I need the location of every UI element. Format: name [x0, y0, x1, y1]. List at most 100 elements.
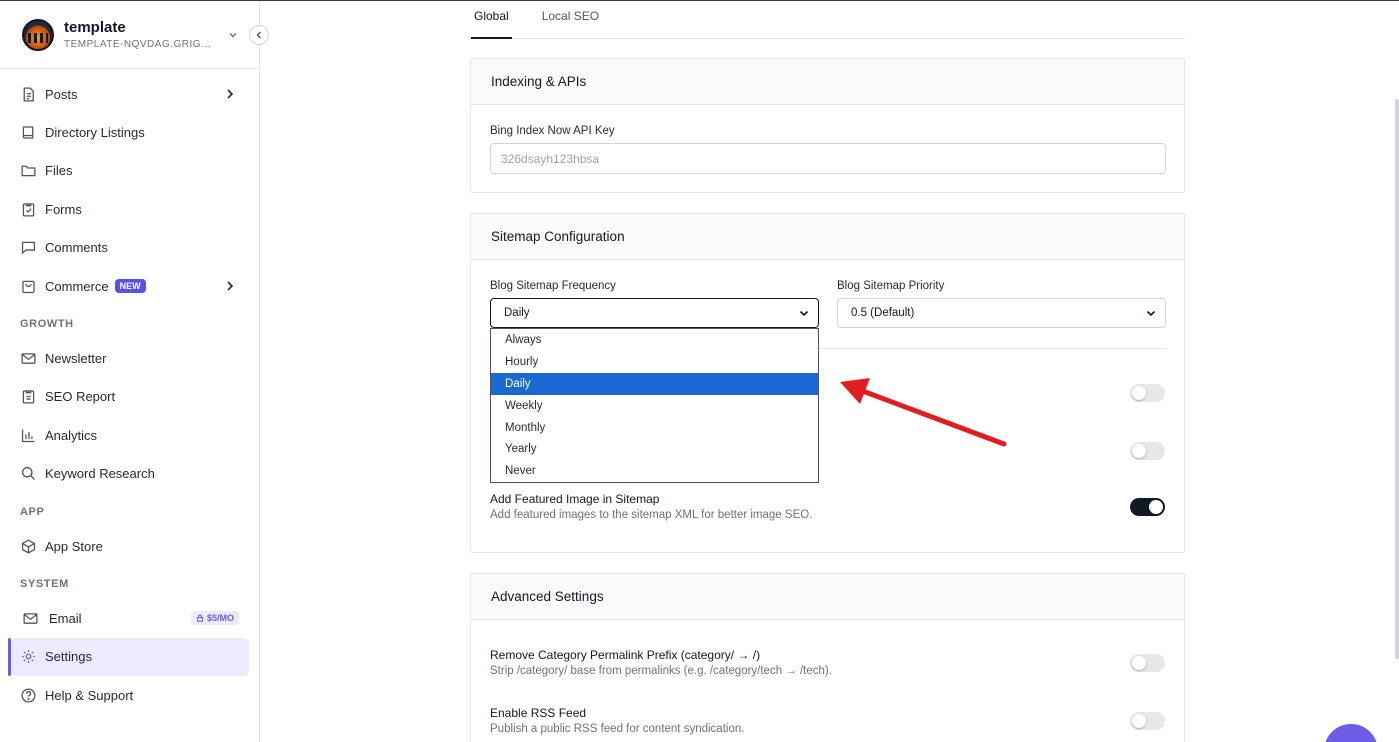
rss-feed-row: Enable RSS Feed Publish a public RSS fee…	[490, 706, 1165, 735]
site-switcher[interactable]: template TEMPLATE-NQVDAG.GRIGOR...	[0, 1, 269, 69]
remove-prefix-toggle[interactable]	[1130, 653, 1165, 672]
shopping-bag-icon	[22, 280, 35, 293]
sidebar-item-label: Files	[45, 163, 73, 179]
sidebar-item-keyword-research[interactable]: Keyword Research	[0, 455, 259, 493]
sidebar-item-label: Keyword Research	[45, 466, 155, 482]
tab-global[interactable]: Global	[471, 1, 512, 39]
chevron-right-icon	[227, 281, 234, 291]
clipboard-icon	[22, 390, 35, 404]
sidebar-item-label: Posts	[45, 86, 78, 102]
search-icon	[21, 467, 35, 481]
chevron-right-icon	[227, 89, 234, 99]
section-label-growth: GROWTH	[20, 318, 74, 331]
sidebar-item-label: Comments	[45, 240, 108, 256]
featured-image-title: Add Featured Image in Sitemap	[490, 492, 660, 506]
annotation-arrow-icon	[840, 378, 1007, 447]
sidebar-item-newsletter[interactable]: Newsletter	[0, 339, 259, 377]
chevron-down-icon	[799, 310, 809, 317]
advanced-card: Advanced Settings Remove Category Permal…	[470, 573, 1185, 742]
sidebar-item-comments[interactable]: Comments	[0, 229, 259, 267]
tab-local-seo[interactable]: Local SEO	[540, 1, 601, 39]
indexing-card: Indexing & APIs Bing Index Now API Key 3…	[470, 58, 1185, 193]
price-badge-text: $5/MO	[206, 613, 234, 624]
collapse-sidebar-button[interactable]	[249, 25, 269, 45]
document-icon	[23, 87, 34, 102]
sidebar-item-label: Commerce	[45, 278, 109, 294]
featured-image-desc: Add featured images to the sitemap XML f…	[490, 509, 813, 521]
sidebar-item-label: Email	[49, 610, 82, 626]
sidebar-item-analytics[interactable]: Analytics	[0, 416, 259, 454]
sidebar-item-app-store[interactable]: App Store	[0, 527, 259, 565]
sitemap-card-title: Sitemap Configuration	[471, 214, 1184, 260]
help-circle-icon	[21, 688, 36, 703]
sidebar-item-forms[interactable]: Forms	[0, 190, 259, 228]
frequency-label: Blog Sitemap Frequency	[490, 280, 616, 292]
dropdown-option-daily[interactable]: Daily	[491, 372, 818, 395]
comment-icon	[21, 242, 36, 255]
dropdown-option-weekly[interactable]: Weekly	[491, 395, 818, 417]
sidebar-item-label: Forms	[45, 201, 82, 217]
priority-label: Blog Sitemap Priority	[837, 280, 945, 292]
sidebar-item-label: Help & Support	[45, 687, 134, 703]
sitemap-option-toggle[interactable]	[1130, 442, 1165, 460]
lock-icon	[197, 615, 203, 623]
chat-widget-button[interactable]	[1324, 724, 1378, 742]
clipboard-icon	[22, 203, 35, 217]
rss-feed-title: Enable RSS Feed	[490, 706, 587, 720]
gear-icon	[22, 650, 35, 664]
sidebar-item-commerce[interactable]: Commerce NEW	[0, 267, 259, 305]
page-scrollbar[interactable]	[1395, 99, 1399, 659]
dropdown-option-always[interactable]: Always	[491, 329, 818, 351]
settings-tabs: Global Local SEO	[471, 1, 1185, 39]
dropdown-option-hourly[interactable]: Hourly	[491, 351, 818, 373]
book-icon	[22, 126, 34, 139]
site-name: template	[64, 19, 126, 36]
frequency-dropdown-list: Always Hourly Daily Weekly Monthly Yearl…	[490, 328, 819, 484]
section-label-app: APP	[20, 505, 45, 518]
sidebar-item-posts[interactable]: Posts	[0, 75, 259, 113]
folder-icon	[21, 166, 36, 177]
frequency-select-value: Daily	[504, 307, 530, 319]
site-logo	[22, 18, 54, 51]
section-label-system: SYSTEM	[20, 578, 69, 591]
sidebar-item-label: SEO Report	[45, 389, 116, 405]
frequency-select[interactable]: Daily	[490, 298, 819, 328]
remove-prefix-title: Remove Category Permalink Prefix (catego…	[490, 648, 761, 662]
sidebar: template TEMPLATE-NQVDAG.GRIGOR... Posts…	[0, 1, 269, 742]
sidebar-item-label: App Store	[45, 538, 103, 554]
featured-image-row: Add Featured Image in Sitemap Add featur…	[490, 492, 1165, 521]
priority-select[interactable]: 0.5 (Default)	[837, 298, 1166, 328]
bar-chart-icon	[21, 429, 35, 442]
chevron-left-icon	[256, 31, 261, 39]
dropdown-option-never[interactable]: Never	[491, 460, 818, 482]
chevron-down-icon	[1146, 310, 1156, 317]
sitemap-option-toggle[interactable]	[1130, 384, 1165, 402]
chevron-updown-icon[interactable]	[225, 27, 241, 43]
mail-icon	[21, 353, 36, 364]
sidebar-item-seo-report[interactable]: SEO Report	[0, 378, 259, 416]
sidebar-nav: Posts Directory Listings Files Forms Com…	[0, 69, 259, 714]
priority-select-value: 0.5 (Default)	[851, 307, 915, 319]
sidebar-item-label: Analytics	[45, 427, 98, 443]
indexing-card-title: Indexing & APIs	[471, 59, 1184, 105]
bing-api-key-label: Bing Index Now API Key	[490, 125, 615, 137]
sidebar-item-label: Newsletter	[45, 351, 107, 367]
sidebar-item-label: Directory Listings	[45, 125, 145, 141]
sidebar-item-email[interactable]: Email $5/MO	[0, 599, 259, 637]
featured-image-toggle[interactable]	[1130, 497, 1165, 516]
site-domain: TEMPLATE-NQVDAG.GRIGOR...	[64, 39, 219, 50]
remove-prefix-row: Remove Category Permalink Prefix (catego…	[490, 648, 1165, 677]
rss-feed-toggle[interactable]	[1130, 711, 1165, 730]
price-badge: $5/MO	[190, 611, 239, 626]
dropdown-option-yearly[interactable]: Yearly	[491, 438, 818, 460]
advanced-card-title: Advanced Settings	[471, 574, 1184, 620]
sidebar-item-directory-listings[interactable]: Directory Listings	[0, 113, 259, 151]
sidebar-item-help-support[interactable]: Help & Support	[0, 676, 259, 714]
sidebar-item-files[interactable]: Files	[0, 152, 259, 190]
bing-api-key-input[interactable]: 326dsayh123hbsa	[490, 143, 1166, 174]
dropdown-option-monthly[interactable]: Monthly	[491, 417, 818, 439]
cube-icon	[21, 538, 36, 554]
new-badge: NEW	[114, 279, 146, 294]
remove-prefix-desc: Strip /category/ base from permalinks (e…	[490, 665, 832, 677]
sidebar-item-settings[interactable]: Settings	[8, 637, 249, 677]
